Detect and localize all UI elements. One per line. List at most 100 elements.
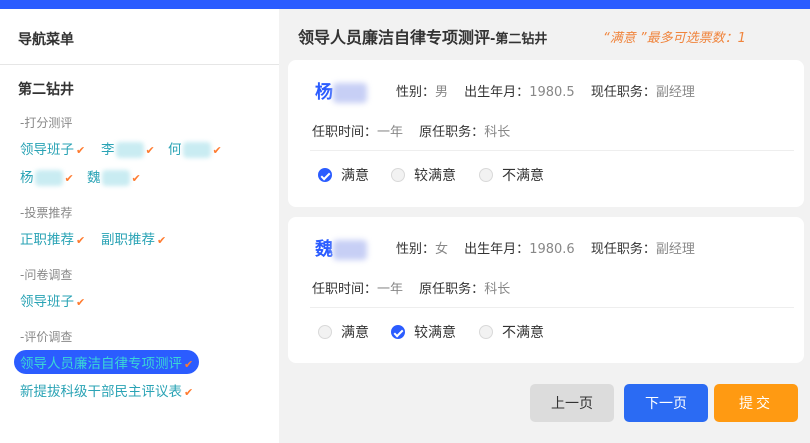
sidebar-item-label: 李 [101, 142, 115, 158]
option-label: 较满意 [414, 325, 456, 341]
check-icon: ✔ [184, 358, 194, 371]
card-divider [310, 150, 794, 151]
sidebar-item-label: 正职推荐 [20, 232, 74, 248]
prev-page-button[interactable]: 上一页 [530, 384, 614, 422]
sidebar-item-deputy-recommend[interactable]: 副职推荐 ✔ [101, 228, 166, 248]
option-satisfied[interactable]: 满意 [318, 165, 369, 185]
birth-label: 出生年月： [464, 242, 530, 257]
option-satisfied[interactable]: 满意 [318, 322, 369, 342]
tenure-label: 任职时间： [312, 125, 378, 140]
sidebar-item-chief-recommend[interactable]: 正职推荐 ✔ [20, 228, 85, 248]
section-label-scoring: -打分测评 [20, 116, 73, 130]
check-icon: ✔ [64, 172, 74, 185]
top-accent-bar [0, 0, 810, 9]
sidebar-item-integrity-evaluation[interactable]: 领导人员廉洁自律专项测评 ✔ [14, 350, 200, 374]
birth-value: 1980.5 [529, 85, 575, 100]
position-value: 副经理 [655, 242, 695, 257]
prev-position-value: 科长 [484, 282, 511, 297]
prev-position-label: 原任职务： [419, 282, 485, 297]
option-unsatisfied[interactable]: 不满意 [479, 322, 544, 342]
check-icon: ✔ [131, 172, 141, 185]
radio-checked-icon[interactable] [318, 168, 332, 182]
section-label-survey: -问卷调查 [20, 268, 73, 282]
check-icon: ✔ [184, 386, 194, 399]
gender-label: 性别： [396, 242, 436, 257]
sidebar-item-label: 何 [168, 142, 182, 158]
sidebar-item-label: 领导班子 [20, 294, 74, 310]
birth-label: 出生年月： [464, 85, 530, 100]
section-label-voting: -投票推荐 [20, 206, 73, 220]
check-icon: ✔ [76, 296, 86, 309]
prev-position-label: 原任职务： [419, 125, 485, 140]
option-unsatisfied[interactable]: 不满意 [479, 165, 544, 185]
sidebar-item-label: 杨 [20, 170, 34, 186]
redacted-name [182, 142, 211, 158]
option-label: 不满意 [502, 168, 544, 184]
candidate-info-row: 性别：男 出生年月：1980.5 现任职务：副经理 [396, 81, 695, 100]
org-title: 第二钻井 [18, 82, 74, 98]
option-label: 满意 [341, 325, 369, 341]
check-icon: ✔ [212, 144, 222, 157]
next-page-button[interactable]: 下一页 [624, 384, 708, 422]
option-label: 满意 [341, 168, 369, 184]
sidebar-divider [0, 64, 279, 65]
check-icon: ✔ [157, 234, 167, 247]
card-divider [310, 307, 794, 308]
check-icon: ✔ [76, 234, 86, 247]
candidate-name-text: 杨 [315, 82, 333, 103]
radio-icon[interactable] [318, 325, 332, 339]
page-title-text: 领导人员廉洁自律专项测评 [298, 28, 491, 47]
sidebar-item-label: 领导人员廉洁自律专项测评 [20, 356, 182, 372]
tenure-value: 一年 [377, 125, 404, 140]
radio-checked-icon[interactable] [391, 325, 405, 339]
check-icon: ✔ [76, 144, 86, 157]
sidebar-item-leadership-team[interactable]: 领导班子 ✔ [20, 138, 85, 158]
sidebar-item-survey-leadership[interactable]: 领导班子 ✔ [20, 290, 85, 310]
sidebar-item-he[interactable]: 何 ✔ [168, 138, 222, 158]
radio-icon[interactable] [479, 168, 493, 182]
redacted-name [101, 170, 130, 186]
sidebar-item-label: 领导班子 [20, 142, 74, 158]
option-label: 较满意 [414, 168, 456, 184]
sidebar-item-wei[interactable]: 魏 ✔ [87, 166, 141, 186]
sidebar-item-yang[interactable]: 杨 ✔ [20, 166, 74, 186]
redacted-name [115, 142, 144, 158]
sidebar-item-new-cadre-review[interactable]: 新提拔科级干部民主评议表 ✔ [20, 380, 193, 400]
vote-limit-hint: “满意 ”最多可选票数：1 [603, 31, 746, 46]
redacted-name [34, 170, 63, 186]
candidate-name: 杨 [315, 78, 367, 104]
position-label: 现任职务： [590, 85, 656, 100]
candidate-name-text: 魏 [315, 239, 333, 260]
page-title: 领导人员廉洁自律专项测评-第二钻井 [298, 24, 547, 48]
check-icon: ✔ [145, 144, 155, 157]
option-fairly-satisfied[interactable]: 较满意 [391, 165, 456, 185]
option-fairly-satisfied[interactable]: 较满意 [391, 322, 456, 342]
page-subtitle: -第二钻井 [490, 32, 548, 47]
position-value: 副经理 [655, 85, 695, 100]
redacted-name [333, 83, 367, 103]
sidebar-item-label: 魏 [87, 170, 101, 186]
candidate-info-row-2: 任职时间：一年 原任职务：科长 [312, 121, 510, 140]
section-label-evaluation: -评价调查 [20, 330, 73, 344]
sidebar-item-label: 副职推荐 [101, 232, 155, 248]
submit-button[interactable]: 提交 [714, 384, 798, 422]
sidebar: 导航菜单 第二钻井 -打分测评 领导班子 ✔ 李 ✔ 何 ✔ 杨 ✔ 魏 ✔ -投票推荐 … [0, 9, 279, 443]
candidate-info-row: 性别：女 出生年月：1980.6 现任职务：副经理 [396, 238, 695, 257]
tenure-value: 一年 [377, 282, 404, 297]
birth-value: 1980.6 [529, 242, 575, 257]
sidebar-item-li[interactable]: 李 ✔ [101, 138, 155, 158]
radio-icon[interactable] [391, 168, 405, 182]
sidebar-title: 导航菜单 [18, 32, 74, 48]
candidate-card: 杨 性别：男 出生年月：1980.5 现任职务：副经理 任职时间：一年 原任职务… [288, 60, 804, 207]
radio-icon[interactable] [479, 325, 493, 339]
candidate-card: 魏 性别：女 出生年月：1980.6 现任职务：副经理 任职时间：一年 原任职务… [288, 217, 804, 363]
tenure-label: 任职时间： [312, 282, 378, 297]
candidate-info-row-2: 任职时间：一年 原任职务：科长 [312, 278, 510, 297]
option-label: 不满意 [502, 325, 544, 341]
position-label: 现任职务： [590, 242, 656, 257]
candidate-name: 魏 [315, 235, 367, 261]
sidebar-item-label: 新提拔科级干部民主评议表 [20, 384, 182, 400]
gender-value: 女 [435, 242, 449, 257]
redacted-name [333, 240, 367, 260]
prev-position-value: 科长 [484, 125, 511, 140]
